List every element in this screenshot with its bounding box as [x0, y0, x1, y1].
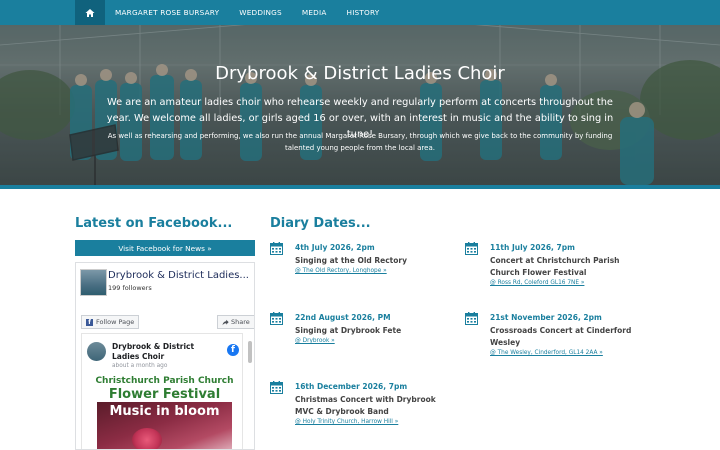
poster-line-2: Flower Festival [108, 387, 221, 402]
facebook-f-icon: f [86, 318, 93, 326]
event-date: 4th July 2026, 2pm [295, 243, 375, 252]
calendar-icon [270, 312, 283, 325]
top-navigation: MARGARET ROSE BURSARY WEDDINGS MEDIA HIS… [0, 0, 720, 25]
event-title: Singing at Drybrook Fete [295, 326, 402, 335]
facebook-logo-icon: f [227, 344, 239, 356]
event-location-link[interactable]: @ Ross Rd, Coleford GL16 7NE » [490, 280, 584, 286]
facebook-page-name[interactable]: Drybrook & District Ladies... [108, 270, 253, 281]
follow-page-label: Follow Page [96, 318, 135, 326]
event-date: 21st November 2026, 2pm [490, 313, 602, 322]
facebook-followers: 199 followers [108, 284, 152, 292]
follow-page-button[interactable]: f Follow Page [81, 315, 140, 329]
nav-home-button[interactable] [75, 0, 105, 25]
diary-heading: Diary Dates... [270, 216, 371, 231]
calendar-icon [465, 312, 478, 325]
event-title: Concert at Christchurch Parish Church Fl… [490, 256, 620, 277]
share-icon [222, 319, 229, 325]
visit-facebook-button[interactable]: Visit Facebook for News » [75, 240, 255, 256]
widget-scrollbar[interactable] [247, 333, 253, 449]
share-button[interactable]: Share [217, 315, 254, 329]
calendar-icon [270, 242, 283, 255]
nav-item-media[interactable]: MEDIA [292, 0, 337, 25]
nav-item-margaret-rose-bursary[interactable]: MARGARET ROSE BURSARY [105, 0, 229, 25]
nav-item-weddings[interactable]: WEDDINGS [229, 0, 292, 25]
post-timestamp[interactable]: about a month ago [112, 363, 167, 369]
share-label: Share [231, 318, 250, 326]
scrollbar-thumb[interactable] [248, 341, 252, 363]
facebook-heading: Latest on Facebook... [75, 216, 233, 231]
calendar-icon [465, 242, 478, 255]
event-location-link[interactable]: @ Holy Trinity Church, Harrow Hill » [295, 419, 398, 425]
nav-item-history[interactable]: HISTORY [337, 0, 390, 25]
rose-image [132, 428, 162, 449]
page-title: Drybrook & District Ladies Choir [215, 63, 505, 84]
event-title: Crossroads Concert at Cinderford Wesley [490, 326, 632, 347]
event-date: 22nd August 2026, PM [295, 313, 391, 322]
event-location-link[interactable]: @ Drybrook » [295, 338, 335, 344]
nav-menu: MARGARET ROSE BURSARY WEDDINGS MEDIA HIS… [75, 0, 389, 25]
event-location-link[interactable]: @ The Old Rectory, Longhope » [295, 268, 387, 274]
facebook-post: Drybrook & District Ladies Choir about a… [81, 333, 243, 449]
post-author-name[interactable]: Drybrook & District Ladies Choir [112, 342, 222, 362]
poster-line-1: Christchurch Parish Church [95, 376, 234, 386]
calendar-icon [270, 381, 283, 394]
event-date: 16th December 2026, 7pm [295, 382, 408, 391]
hero-banner: Drybrook & District Ladies Choir We are … [0, 25, 720, 185]
hero-bursary-text: As well as rehearsing and performing, we… [107, 132, 613, 152]
event-date: 11th July 2026, 7pm [490, 243, 575, 252]
facebook-page-widget: Drybrook & District Ladies... 199 follow… [75, 262, 255, 450]
post-image[interactable]: Christchurch Parish Church Flower Festiv… [92, 376, 237, 449]
poster-line-3: Music in bloom [109, 404, 220, 419]
event-title: Singing at the Old Rectory [295, 256, 408, 265]
event-location-link[interactable]: @ The Wesley, Cinderford, GL14 2AA » [490, 350, 603, 356]
hero-divider [0, 185, 720, 189]
home-icon [85, 8, 95, 17]
event-title: Christmas Concert with Drybrook MVC & Dr… [295, 395, 436, 416]
post-author-avatar[interactable] [87, 342, 106, 361]
facebook-page-thumbnail[interactable] [80, 269, 107, 296]
